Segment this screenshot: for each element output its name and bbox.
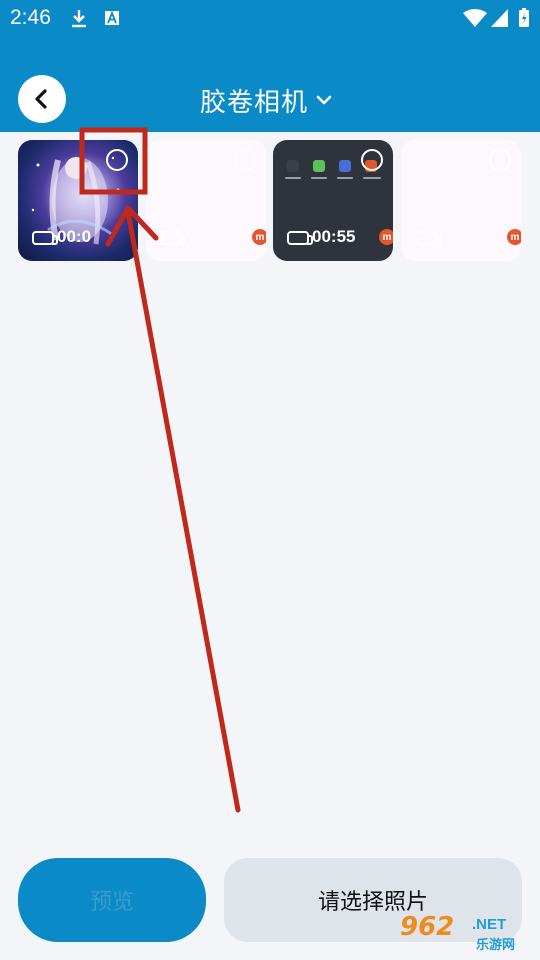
app-badge-icon: m	[379, 229, 393, 245]
app-badge-icon: m	[252, 229, 266, 245]
status-time: 2:46	[10, 6, 51, 29]
select-checkbox[interactable]	[361, 149, 383, 171]
back-button[interactable]	[18, 75, 66, 123]
battery-charging-icon	[519, 8, 529, 27]
select-checkbox[interactable]	[489, 149, 511, 171]
a-badge-icon	[105, 10, 119, 25]
media-item[interactable]: 00:55 m	[273, 140, 393, 261]
app-badge-icon: m	[507, 229, 521, 245]
status-bar: 2:46	[0, 0, 540, 38]
media-item[interactable]: m	[401, 140, 521, 261]
preview-button-label: 预览	[89, 890, 134, 915]
media-item[interactable]: m	[146, 140, 266, 261]
video-duration: 00:55	[312, 227, 356, 246]
album-selector[interactable]: 胶卷相机	[200, 80, 332, 120]
wifi-icon	[463, 9, 487, 27]
app-header: 2:46 胶卷相机	[0, 0, 540, 132]
site-watermark: 962 .NET 乐游网	[400, 910, 530, 954]
page-title: 胶卷相机	[200, 87, 309, 118]
select-checkbox[interactable]	[234, 149, 256, 171]
preview-button[interactable]: 预览	[18, 858, 206, 942]
watermark-number: 962	[400, 912, 455, 942]
video-camera-icon	[160, 231, 186, 245]
cellular-icon	[491, 9, 508, 27]
chevron-left-icon	[35, 89, 47, 109]
video-duration: 00:0	[57, 227, 92, 246]
video-camera-icon	[415, 231, 441, 245]
video-camera-icon	[287, 231, 313, 245]
watermark-cn: 乐游网	[476, 938, 516, 953]
video-camera-icon	[32, 231, 58, 245]
pointer-arrow	[105, 205, 241, 813]
chevron-down-icon	[316, 95, 332, 105]
watermark-domain: .NET	[472, 916, 507, 933]
download-icon	[72, 10, 86, 28]
media-item[interactable]: 00:0	[18, 140, 138, 261]
select-checkbox[interactable]	[106, 149, 128, 171]
